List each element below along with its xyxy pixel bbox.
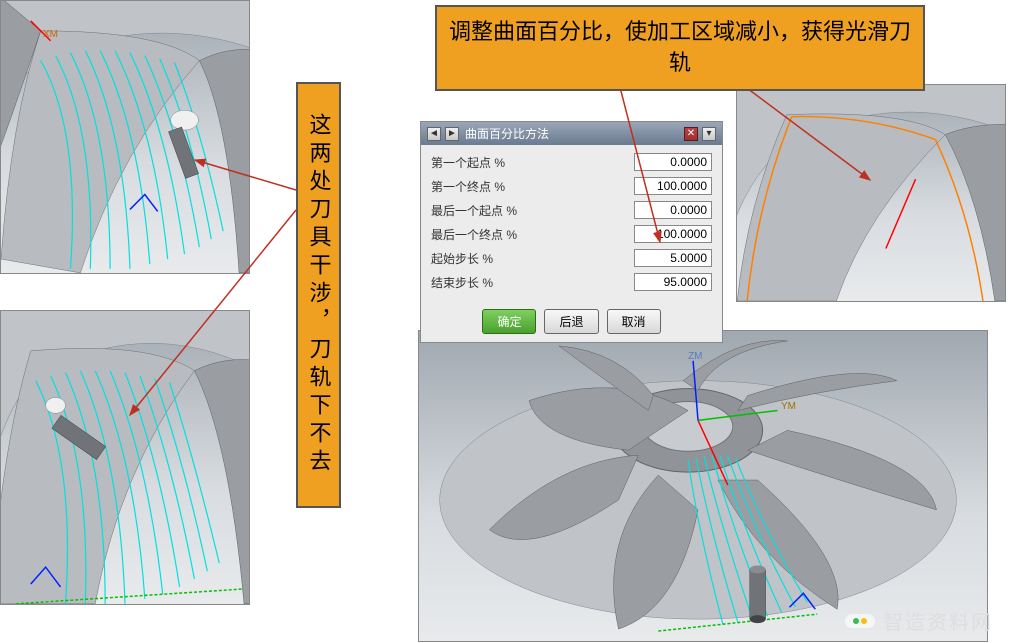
cancel-button[interactable]: 取消 xyxy=(607,309,661,334)
dialog-menu-button[interactable]: ▾ xyxy=(702,127,716,141)
first-end-input[interactable] xyxy=(634,177,712,195)
back-button[interactable]: 后退 xyxy=(544,309,598,334)
field-start-step: 起始步长 % xyxy=(431,249,712,267)
callout-left: 这两处刀具干涉，刀轨下不去 xyxy=(296,82,341,508)
field-first-start: 第一个起点 % xyxy=(431,153,712,171)
callout-top: 调整曲面百分比，使加工区域减小，获得光滑刀轨 xyxy=(435,5,925,91)
field-last-end: 最后一个终点 % xyxy=(431,225,712,243)
ok-button[interactable]: 确定 xyxy=(482,309,536,334)
cad-view-bottom-large: ZM YM xyxy=(418,330,988,642)
surface-percentage-dialog: ◄ ► 曲面百分比方法 ✕ ▾ 第一个起点 % 第一个终点 % 最后一个起点 %… xyxy=(420,121,723,343)
last-end-input[interactable] xyxy=(634,225,712,243)
cad-view-topright xyxy=(736,84,1006,302)
dialog-close-button[interactable]: ✕ xyxy=(684,127,698,141)
dialog-title: 曲面百分比方法 xyxy=(463,125,680,142)
dialog-nav-prev[interactable]: ◄ xyxy=(427,127,441,141)
axis-ym-label: YM xyxy=(781,401,796,412)
field-label: 结束步长 % xyxy=(431,274,493,291)
field-label: 最后一个终点 % xyxy=(431,226,517,243)
axis-xm-label: XM xyxy=(43,29,58,40)
field-last-start: 最后一个起点 % xyxy=(431,201,712,219)
brand-icon xyxy=(845,614,875,628)
dialog-nav-next[interactable]: ► xyxy=(445,127,459,141)
field-first-end: 第一个终点 % xyxy=(431,177,712,195)
first-start-input[interactable] xyxy=(634,153,712,171)
field-end-step: 结束步长 % xyxy=(431,273,712,291)
field-label: 第一个终点 % xyxy=(431,178,505,195)
brand-watermark: 智造资料网 xyxy=(845,606,993,635)
field-label: 最后一个起点 % xyxy=(431,202,517,219)
svg-text:ZM: ZM xyxy=(688,351,702,362)
cad-view-bottomleft xyxy=(0,310,250,605)
cad-view-topleft: XM xyxy=(0,0,250,274)
dialog-button-row: 确定 后退 取消 xyxy=(421,303,722,342)
field-label: 第一个起点 % xyxy=(431,154,505,171)
brand-text: 智造资料网 xyxy=(883,606,993,635)
end-step-input[interactable] xyxy=(634,273,712,291)
field-label: 起始步长 % xyxy=(431,250,493,267)
start-step-input[interactable] xyxy=(634,249,712,267)
dialog-body: 第一个起点 % 第一个终点 % 最后一个起点 % 最后一个终点 % 起始步长 %… xyxy=(421,145,722,303)
last-start-input[interactable] xyxy=(634,201,712,219)
dialog-header: ◄ ► 曲面百分比方法 ✕ ▾ xyxy=(421,122,722,145)
